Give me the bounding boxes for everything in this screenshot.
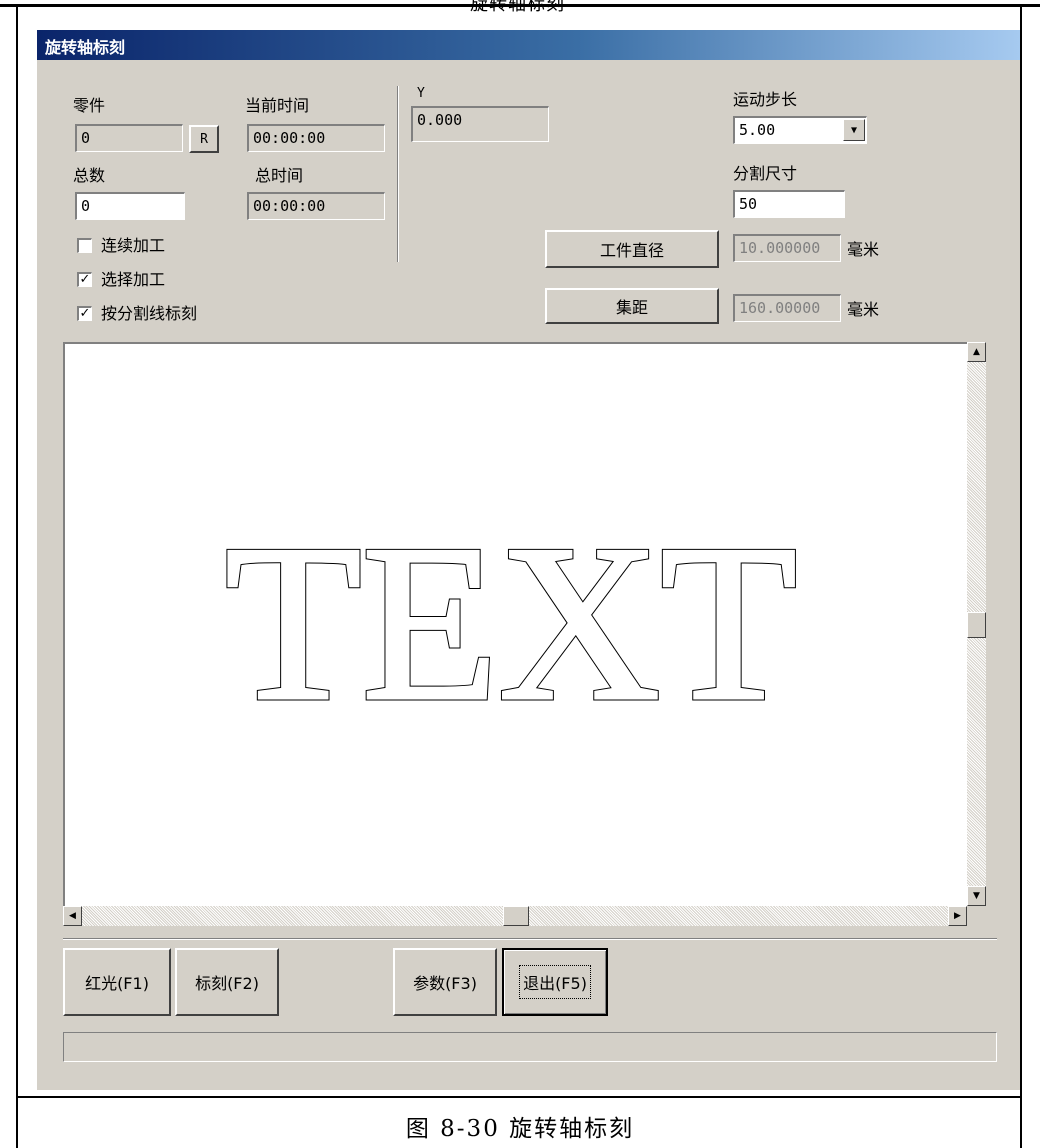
document-caption-rule [16, 1096, 1022, 1098]
vertical-separator [397, 86, 399, 262]
red-light-button[interactable]: 红光(F1) [63, 948, 171, 1016]
workpiece-diameter-field: 10.000000 [733, 234, 841, 262]
total-time-label: 总时间 [255, 166, 304, 185]
document-header: 旋转轴标刻 [470, 0, 565, 15]
select-processing-label: 选择加工 [101, 270, 166, 289]
split-size-input[interactable]: 50 [733, 190, 845, 218]
mark-by-split-line-label: 按分割线标刻 [101, 304, 198, 323]
scrollbar-corner [967, 906, 986, 926]
step-selected-value: 5.00 [739, 121, 776, 139]
total-time-field: 00:00:00 [247, 192, 385, 220]
scroll-left-arrow-icon[interactable]: ◀ [63, 906, 82, 926]
preview-svg: TEXT TEXT [222, 497, 799, 750]
focal-distance-field: 160.00000 [733, 294, 841, 322]
horizontal-scroll-thumb[interactable] [503, 906, 529, 926]
part-label: 零件 [73, 96, 106, 115]
total-label: 总数 [73, 166, 106, 185]
y-field: 0.000 [411, 106, 549, 142]
step-label: 运动步长 [733, 90, 798, 109]
exit-button[interactable]: 退出(F5) [502, 948, 608, 1016]
preview-text-inner: TEXT [225, 499, 797, 747]
params-button[interactable]: 参数(F3) [393, 948, 497, 1016]
y-label: Y [417, 86, 425, 101]
horizontal-scrollbar[interactable]: ◀ ▶ [63, 906, 967, 926]
workpiece-diameter-button[interactable]: 工件直径 [545, 230, 719, 268]
continuous-processing-label: 连续加工 [101, 236, 166, 255]
workpiece-diameter-unit: 毫米 [847, 240, 880, 259]
focal-distance-unit: 毫米 [847, 300, 880, 319]
scroll-right-arrow-icon[interactable]: ▶ [948, 906, 967, 926]
document-top-rule [0, 4, 1040, 7]
current-time-field: 00:00:00 [247, 124, 385, 152]
horizontal-separator [63, 938, 997, 940]
exit-button-label: 退出(F5) [519, 965, 591, 999]
chevron-down-icon[interactable]: ▼ [843, 119, 865, 141]
document-left-rule [16, 4, 18, 1148]
focal-distance-button[interactable]: 集距 [545, 288, 719, 324]
step-select[interactable]: 5.00 ▼ [733, 116, 867, 144]
scroll-up-arrow-icon[interactable]: ▲ [967, 342, 986, 362]
status-bar [63, 1032, 997, 1062]
mark-by-split-line-checkbox[interactable]: ✓ [77, 306, 92, 321]
title-bar[interactable]: 旋转轴标刻 [37, 30, 1020, 60]
select-processing-checkbox[interactable]: ✓ [77, 272, 92, 287]
split-size-label: 分割尺寸 [733, 164, 798, 183]
total-input[interactable]: 0 [75, 192, 185, 220]
marking-preview-canvas[interactable]: TEXT TEXT [63, 342, 967, 906]
scroll-down-arrow-icon[interactable]: ▼ [967, 886, 986, 906]
mark-button[interactable]: 标刻(F2) [175, 948, 279, 1016]
reset-part-button[interactable]: R [189, 125, 219, 153]
continuous-processing-checkbox[interactable] [77, 238, 92, 253]
document-right-rule [1020, 4, 1022, 1148]
figure-caption: 图 8-30 旋转轴标刻 [405, 1116, 635, 1142]
rotary-marking-dialog: 旋转轴标刻 零件 0 R 当前时间 00:00:00 总数 0 总时间 00:0… [37, 30, 1020, 1090]
vertical-scrollbar[interactable]: ▲ ▼ [967, 342, 986, 906]
window-title: 旋转轴标刻 [45, 38, 126, 57]
current-time-label: 当前时间 [245, 96, 310, 115]
vertical-scroll-thumb[interactable] [967, 612, 986, 638]
part-field: 0 [75, 124, 183, 152]
